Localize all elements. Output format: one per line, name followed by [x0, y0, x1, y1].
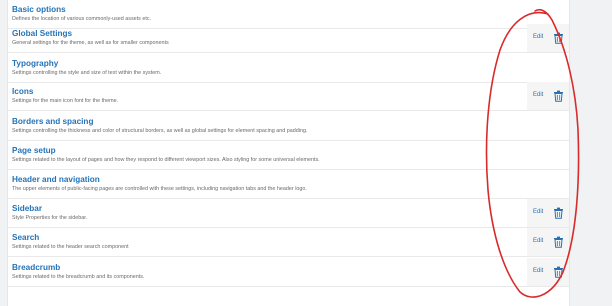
settings-row: Page setup Settings related to the layout…: [8, 141, 569, 170]
row-description: Settings controlling the style and size …: [12, 70, 162, 76]
row-title[interactable]: Global Settings: [12, 29, 72, 38]
trash-icon[interactable]: [553, 236, 564, 248]
edit-link[interactable]: Edit: [533, 238, 543, 244]
trash-icon[interactable]: [553, 32, 564, 44]
trash-icon[interactable]: [553, 90, 564, 102]
settings-row: Breadcrumb Settings related to the breadc…: [8, 258, 569, 287]
row-description: The upper elements of public-facing page…: [12, 186, 307, 192]
row-description: Settings for the main icon font for the …: [12, 98, 119, 104]
settings-row: Header and navigation The upper elements …: [8, 170, 569, 199]
trash-icon[interactable]: [553, 266, 564, 278]
settings-row: Sidebar Style Properties for the sidebar.…: [8, 199, 569, 228]
row-title[interactable]: Typography: [12, 59, 58, 68]
row-actions: Edit: [527, 24, 569, 52]
row-description: General settings for the theme, as well …: [12, 40, 169, 46]
row-description: Settings related to the header search co…: [12, 244, 129, 250]
row-description: Settings related to the breadcrumb and i…: [12, 274, 145, 280]
row-actions: Edit: [527, 228, 569, 256]
row-title[interactable]: Header and navigation: [12, 175, 100, 184]
row-title[interactable]: Basic options: [12, 5, 66, 14]
row-title[interactable]: Sidebar: [12, 204, 42, 213]
row-title[interactable]: Page setup: [12, 146, 56, 155]
row-description: Settings related to the layout of pages …: [12, 157, 320, 163]
settings-row: Borders and spacing Settings controlling …: [8, 112, 569, 141]
row-actions: Edit: [527, 199, 569, 227]
row-title[interactable]: Borders and spacing: [12, 117, 93, 126]
row-title[interactable]: Search: [12, 233, 39, 242]
settings-row: Icons Settings for the main icon font for…: [8, 82, 569, 111]
edit-link[interactable]: Edit: [533, 209, 543, 215]
settings-row: Global Settings General settings for the …: [8, 24, 569, 53]
row-title[interactable]: Breadcrumb: [12, 263, 60, 272]
row-description: Style Properties for the sidebar.: [12, 215, 88, 221]
settings-panel: Basic options Defines the location of var…: [7, 0, 570, 306]
settings-row: Search Settings related to the header sea…: [8, 228, 569, 257]
edit-link[interactable]: Edit: [533, 92, 543, 98]
row-actions: Edit: [527, 82, 569, 110]
trash-icon[interactable]: [553, 207, 564, 219]
settings-row: Typography Settings controlling the style…: [8, 54, 569, 83]
row-description: Defines the location of various commonly…: [12, 16, 152, 22]
row-title[interactable]: Icons: [12, 87, 33, 96]
edit-link[interactable]: Edit: [533, 34, 543, 40]
row-description: Settings controlling the thickness and c…: [12, 128, 308, 134]
edit-link[interactable]: Edit: [533, 268, 543, 274]
row-actions: Edit: [527, 258, 569, 286]
